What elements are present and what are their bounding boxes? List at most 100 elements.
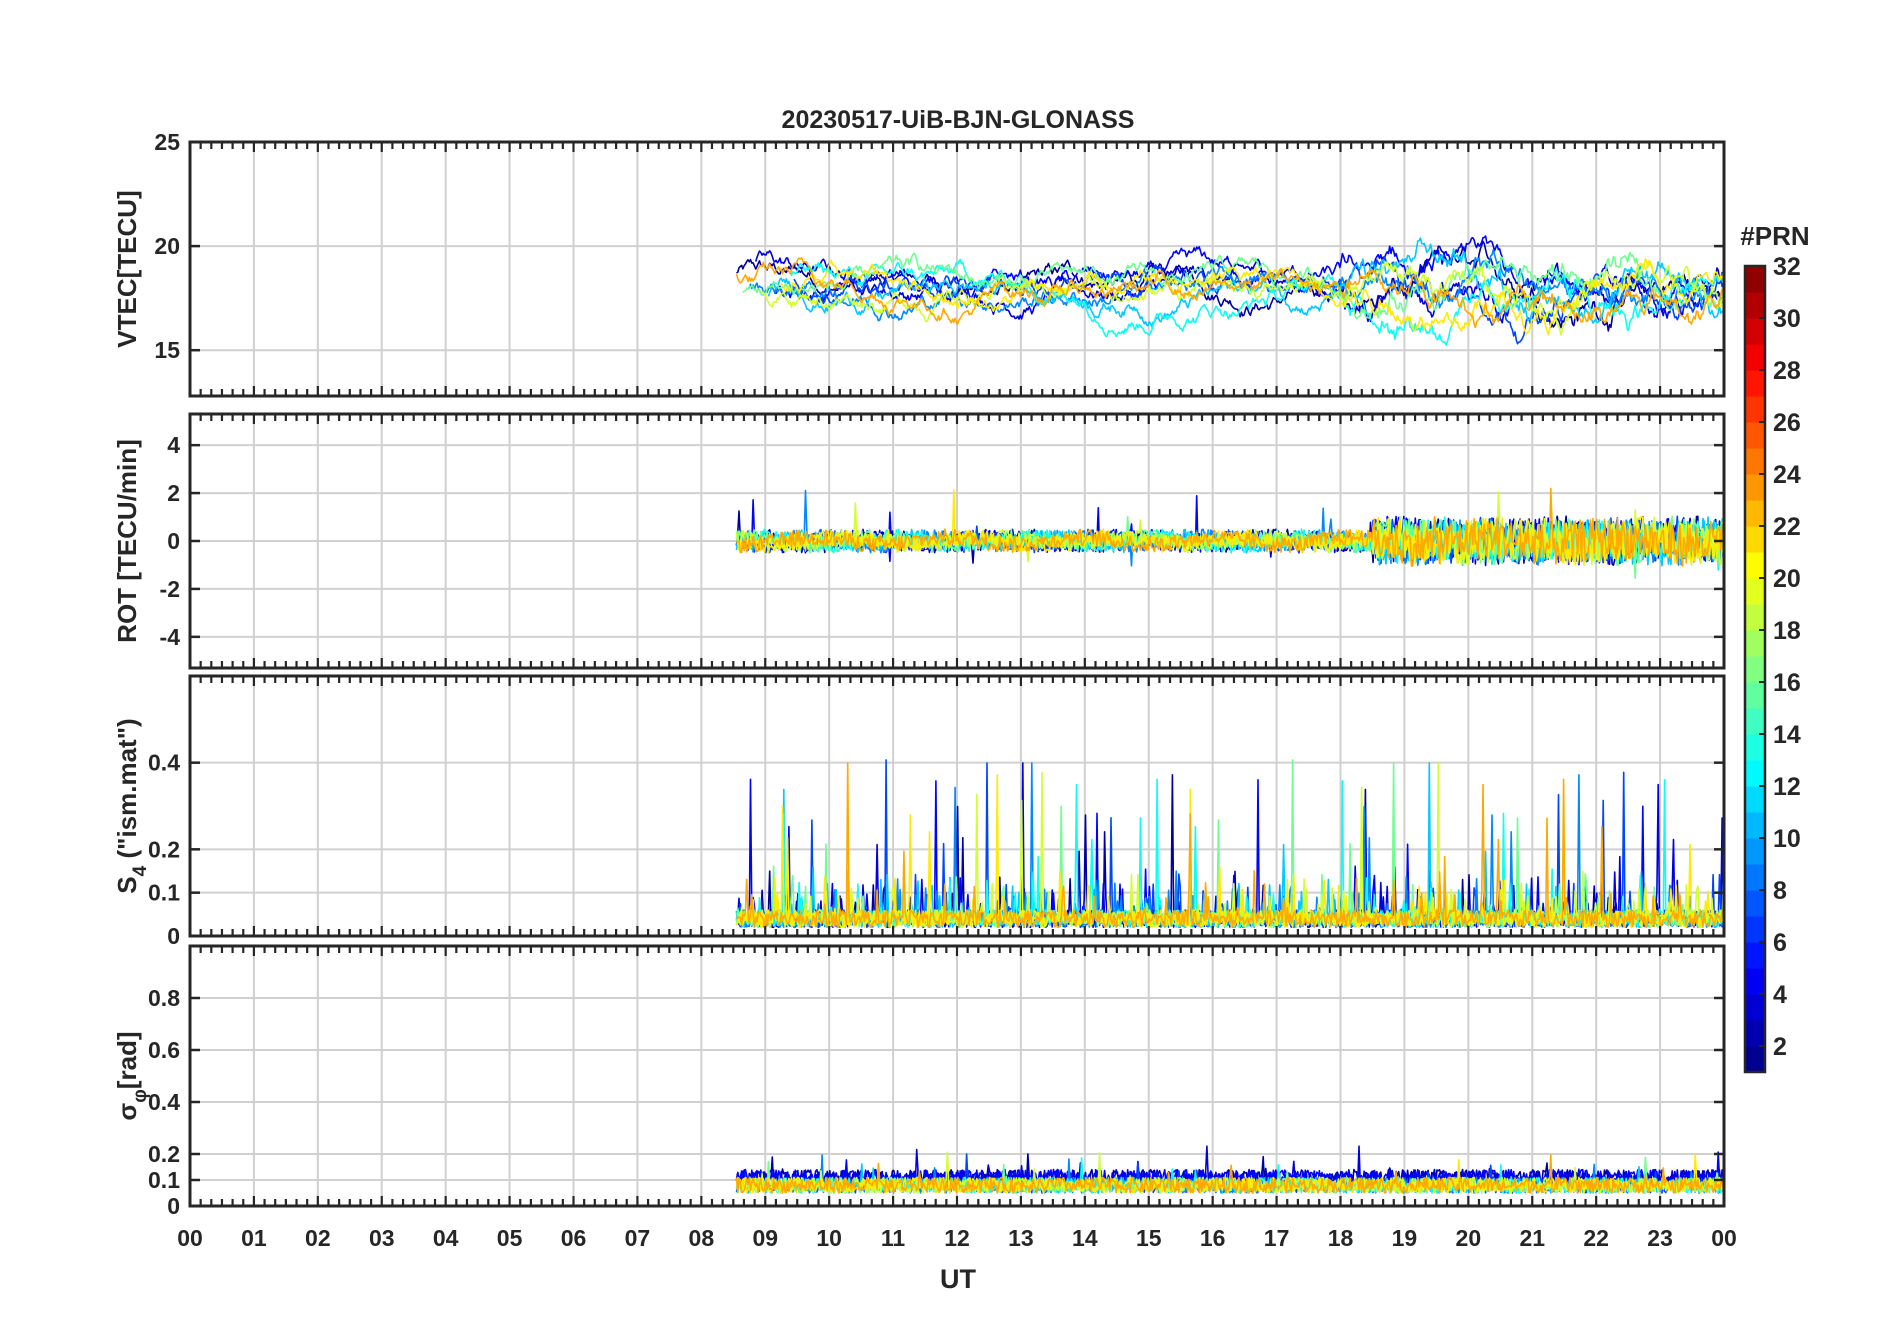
colorbar-segment <box>1745 656 1765 683</box>
colorbar-tick-label: 18 <box>1773 617 1801 645</box>
y-tick-label: 0 <box>167 923 180 949</box>
x-tick-label: 14 <box>1072 1225 1098 1251</box>
panel-rot: -4 -2 0 2 4 ROT [TECU/min] <box>112 412 1726 670</box>
x-tick-label: 20 <box>1456 1225 1482 1251</box>
x-tick-label: 00 <box>1711 1225 1737 1251</box>
x-tick-label: 15 <box>1136 1225 1162 1251</box>
y-tick-label: 0.4 <box>148 1089 180 1115</box>
colorbar-segment <box>1745 318 1765 345</box>
colorbar-tick-label: 28 <box>1773 357 1801 385</box>
colorbar-segment <box>1745 968 1765 995</box>
colorbar-segment <box>1745 552 1765 579</box>
colorbar-segment <box>1745 1020 1765 1047</box>
colorbar-segment <box>1745 864 1765 891</box>
colorbar-tick-label: 16 <box>1773 669 1801 697</box>
colorbar-segment <box>1745 500 1765 527</box>
chart-title: 20230517-UiB-BJN-GLONASS <box>782 106 1135 134</box>
panel-sigma: 00.10.2 0.4 0.6 0.8 σφ[rad] <box>112 944 1726 1219</box>
x-tick-label: 05 <box>497 1225 523 1251</box>
colorbar-segment <box>1745 682 1765 709</box>
y-tick-label: 15 <box>154 337 180 363</box>
colorbar-segment <box>1745 448 1765 475</box>
x-tick-label: 09 <box>752 1225 778 1251</box>
x-tick-label: 16 <box>1200 1225 1226 1251</box>
y-tick-label: 0 <box>167 1193 180 1219</box>
y-tick-label: -2 <box>160 576 180 602</box>
x-tick-label: 21 <box>1519 1225 1545 1251</box>
series-rot <box>735 487 1724 579</box>
colorbar-segment <box>1745 344 1765 371</box>
x-tick-label: 11 <box>881 1225 906 1251</box>
colorbar: 2468101214161820222426283032#PRN <box>1740 221 1810 1074</box>
colorbar-tick-label: 6 <box>1773 929 1787 957</box>
series-vtec <box>735 235 1724 346</box>
y-tick-label: 0.2 <box>148 836 180 862</box>
x-tick-label: 22 <box>1583 1225 1609 1251</box>
colorbar-segment <box>1745 994 1765 1021</box>
colorbar-segment <box>1745 1046 1765 1073</box>
colorbar-segment <box>1745 942 1765 969</box>
y-tick-label: 0.1 <box>148 880 180 906</box>
colorbar-tick-label: 20 <box>1773 565 1801 593</box>
colorbar-tick-label: 8 <box>1773 877 1787 905</box>
y-tick-label: 0.8 <box>148 985 180 1011</box>
x-tick-label: 01 <box>241 1225 267 1251</box>
figure: 20230517-UiB-BJN-GLONASS 152025VTEC[TECU… <box>112 106 1810 1294</box>
colorbar-segment <box>1745 890 1765 917</box>
x-axis: 00 01 02 03 04 05 06 07 08 09 10 11 12 13 14 15 16 17 18 19… <box>177 1225 1737 1251</box>
series-line-prn-13 <box>787 258 1724 346</box>
x-tick-label: 17 <box>1264 1225 1290 1251</box>
grid-vtec <box>190 142 1724 396</box>
panel-s4: 0 0.1 0.2 0.4S4 ("ism.mat") <box>112 674 1726 949</box>
colorbar-tick-label: 10 <box>1773 825 1801 853</box>
colorbar-tick-label: 32 <box>1773 253 1801 281</box>
colorbar-label: #PRN <box>1740 221 1809 251</box>
x-tick-label: 08 <box>689 1225 715 1251</box>
y-tick-label: 20 <box>154 233 180 259</box>
colorbar-segment <box>1745 760 1765 787</box>
colorbar-segment <box>1745 708 1765 735</box>
colorbar-segment <box>1745 422 1765 449</box>
colorbar-segment <box>1745 734 1765 761</box>
x-tick-label: 12 <box>944 1225 970 1251</box>
y-tick-label: 0.1 <box>148 1167 180 1193</box>
x-tick-label: 23 <box>1647 1225 1673 1251</box>
y-tick-label: 0.6 <box>148 1037 180 1063</box>
y-tick-label: 4 <box>167 432 180 458</box>
x-tick-label: 04 <box>433 1225 459 1251</box>
x-axis-label: UT <box>940 1264 976 1294</box>
colorbar-segment <box>1745 474 1765 501</box>
x-tick-label: 02 <box>305 1225 331 1251</box>
y-tick-label: -4 <box>160 624 181 650</box>
colorbar-tick-label: 14 <box>1773 721 1801 749</box>
y-tick-label: 0.4 <box>148 750 180 776</box>
x-tick-label: 03 <box>369 1225 395 1251</box>
x-tick-label: 19 <box>1392 1225 1418 1251</box>
panels: 152025VTEC[TECU]-4-2024ROT [TECU/min]00.… <box>112 129 1726 1219</box>
colorbar-tick-label: 30 <box>1773 305 1801 333</box>
colorbar-segment <box>1745 370 1765 397</box>
colorbar-segment <box>1745 604 1765 631</box>
x-tick-label: 13 <box>1008 1225 1034 1251</box>
colorbar-segment <box>1745 396 1765 423</box>
colorbar-segment <box>1745 630 1765 657</box>
colorbar-segment <box>1745 786 1765 813</box>
x-tick-label: 00 <box>177 1225 203 1251</box>
y-axis-label-sigma: σφ[rad] <box>112 1031 151 1120</box>
x-tick-label: 18 <box>1328 1225 1354 1251</box>
y-axis-label-s4: S4 ("ism.mat") <box>112 718 151 893</box>
colorbar-segment <box>1745 292 1765 319</box>
grid-sigma <box>190 946 1724 1206</box>
x-tick-label: 07 <box>625 1225 651 1251</box>
colorbar-segment <box>1745 838 1765 865</box>
colorbar-tick-label: 2 <box>1773 1033 1787 1061</box>
y-tick-label: 0 <box>167 528 180 554</box>
colorbar-tick-label: 22 <box>1773 513 1801 541</box>
x-tick-label: 06 <box>561 1225 587 1251</box>
colorbar-segment <box>1745 812 1765 839</box>
colorbar-tick-label: 24 <box>1773 461 1801 489</box>
panel-vtec: 15 20 25 VTEC[TECU] <box>112 129 1726 398</box>
x-tick-label: 10 <box>816 1225 842 1251</box>
colorbar-segment <box>1745 526 1765 553</box>
y-tick-label: 25 <box>154 129 180 155</box>
